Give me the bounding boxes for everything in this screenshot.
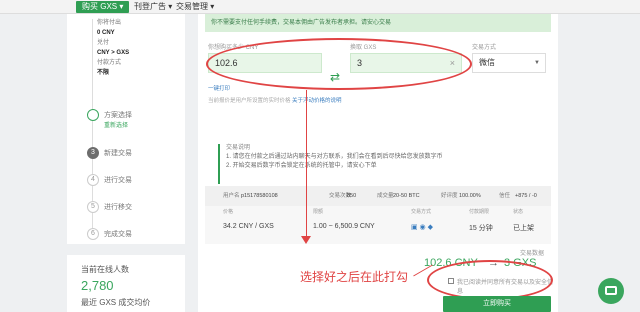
arrow-head: [301, 236, 311, 244]
market-stats-panel: 当前在线人数 2,780 最近 GXS 成交均价: [67, 255, 185, 312]
status-cell: 已上架: [513, 225, 534, 232]
check-icon: [87, 109, 99, 121]
trade-instructions: 交易说明 1. 请您在付款之后通过站内聊天与对方联系，我们会在看到后尽快给您发放…: [218, 144, 530, 184]
top-menu-bar: 购买 GXS ▾ 刊登广告 ▾ 交易管理 ▾: [0, 0, 640, 14]
annotation-text: 选择好之后在此打勾: [300, 270, 409, 284]
reselect-link[interactable]: 重新选择: [104, 120, 128, 129]
highlight-ellipse: [206, 38, 472, 90]
price-note: 当前报价是用户所设置的实时价格 关于浮动价格的说明: [208, 98, 342, 104]
step-plan: 方案选择 重新选择: [87, 109, 187, 129]
time-cell: 15 分钟: [469, 225, 493, 232]
online-label: 当前在线人数: [81, 265, 129, 274]
limit-cell: 1.00 ~ 6,500.9 CNY: [313, 223, 375, 230]
payment-method-select[interactable]: 微信 ▼: [472, 53, 546, 73]
chevron-down-icon: ▼: [534, 60, 540, 66]
trade-summary-panel: 你将付出 0 CNY 兑付 CNY > GXS 付款方式 不限 方案选择 重新选…: [67, 14, 185, 244]
buy-gxs-menu[interactable]: 购买 GXS ▾: [76, 1, 130, 13]
price-explain-link[interactable]: 关于浮动价格的说明: [292, 98, 342, 104]
seller-table: 用户名 p15178580108 交易次数 850 成交量 20-50 BTC …: [205, 186, 551, 244]
avg-price-label: 最近 GXS 成交均价: [81, 298, 151, 307]
step-transfer: 5 进行移交: [87, 201, 187, 221]
step-complete: 6 完成交易: [87, 228, 187, 248]
trade-manage-menu[interactable]: 交易管理 ▾: [176, 1, 214, 13]
total-label: 交易数据: [520, 251, 545, 257]
highlight-ellipse-agree: [427, 260, 553, 300]
step-new-trade: 3 新建交易: [87, 147, 187, 167]
summary-block: 你将付出 0 CNY 兑付 CNY > GXS 付款方式 不限: [97, 20, 130, 76]
seller-info-row: 用户名 p15178580108 交易次数 850 成交量 20-50 BTC …: [205, 186, 551, 206]
buy-now-button[interactable]: 立即购买: [443, 296, 551, 312]
post-ad-menu[interactable]: 刊登广告 ▾: [134, 1, 172, 13]
online-count: 2,780: [81, 278, 114, 293]
seller-username[interactable]: p15178580108: [241, 186, 278, 206]
fee-notice: 你不需要支付任何手续费，交易本佣由广告发布者承担。请安心交易: [205, 14, 551, 32]
chat-fab-button[interactable]: [598, 278, 624, 304]
method-label: 交易方式: [472, 45, 497, 51]
chat-icon: [605, 286, 617, 295]
payment-icons: ▣ ◉ ◆: [411, 224, 433, 231]
step-in-trade: 4 进行交易: [87, 174, 187, 194]
annotation-arrow: [306, 90, 307, 240]
price-link[interactable]: 一键打印: [208, 84, 230, 92]
price-cell: 34.2 CNY / GXS: [223, 223, 274, 230]
